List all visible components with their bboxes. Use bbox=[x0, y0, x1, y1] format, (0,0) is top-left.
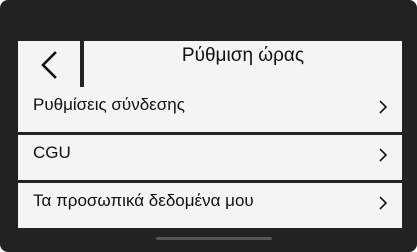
chevron-right-icon bbox=[379, 196, 388, 210]
chevron-left-icon bbox=[41, 50, 57, 79]
menu-item-connection-settings[interactable]: Ρυθμίσεις σύνδεσης bbox=[18, 87, 402, 132]
menu-item-label: CGU bbox=[33, 143, 71, 162]
menu-item-label: Τα προσωπικά δεδομένα μου bbox=[33, 191, 254, 210]
page-title: Ρύθμιση ώρας bbox=[181, 45, 305, 66]
menu-item-personal-data[interactable]: Τα προσωπικά δεδομένα μου bbox=[18, 183, 402, 228]
settings-screen: Ρύθμιση ώρας Ρυθμίσεις σύνδεσης CGU Τα π… bbox=[0, 0, 417, 252]
menu-item-cgu[interactable]: CGU bbox=[18, 135, 402, 180]
title-panel: Ρύθμιση ώρας bbox=[84, 41, 402, 88]
header-bar: Ρύθμιση ώρας bbox=[18, 41, 402, 88]
chevron-right-icon bbox=[379, 100, 388, 114]
chevron-right-icon bbox=[379, 148, 388, 162]
menu-item-label: Ρυθμίσεις σύνδεσης bbox=[33, 95, 185, 114]
scroll-indicator bbox=[156, 237, 272, 240]
back-button[interactable] bbox=[18, 41, 80, 88]
